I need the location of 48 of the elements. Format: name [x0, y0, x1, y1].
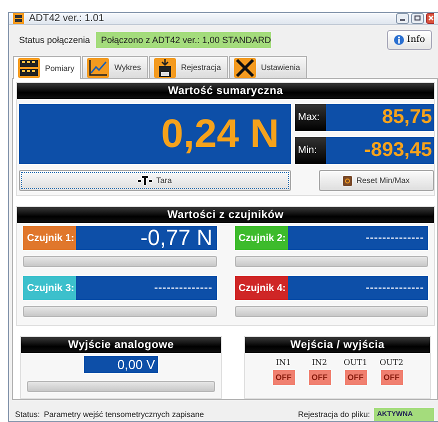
min-label: Min: — [295, 137, 326, 164]
io-state-indicator: OFF — [272, 370, 294, 385]
tare-icon — [138, 176, 152, 185]
max-label: Max: — [295, 104, 326, 131]
sensor-label: Czujnik 3: — [23, 276, 76, 300]
tab[interactable]: Pomiary — [13, 56, 82, 79]
sensor-value: -------------- — [288, 226, 428, 250]
digital-display-icon — [18, 58, 40, 78]
sensor-value: -0,77 N — [76, 226, 216, 250]
status-label: Status: — [15, 410, 40, 419]
reset-icon — [343, 176, 352, 186]
logging-label: Rejestracja do pliku: — [298, 410, 370, 419]
connection-status: Połączono z ADT42 ver.: 1,00 STANDARD — [96, 32, 272, 48]
io-label: IN1 — [276, 358, 292, 367]
analog-output-value: 0,00 V — [84, 356, 158, 373]
io-label: IN2 — [312, 358, 328, 367]
io-state-indicator: OFF — [308, 370, 330, 385]
section-header: Wejścia / wyjścia — [245, 337, 430, 353]
tab[interactable]: Rejestracja — [148, 56, 228, 78]
app-icon — [13, 13, 24, 24]
status-message: Parametry wejść tensometrycznych zapisane — [44, 410, 204, 419]
minimize-icon[interactable] — [396, 13, 409, 24]
maximize-icon[interactable] — [411, 13, 424, 24]
sensor-value: -------------- — [288, 276, 428, 300]
info-icon — [394, 35, 404, 45]
tab[interactable]: Wykres — [82, 56, 148, 78]
close-icon[interactable] — [426, 13, 434, 24]
sensor-label: Czujnik 4: — [234, 276, 288, 300]
tare-button[interactable]: Tara — [19, 170, 291, 191]
io-label: OUT1 — [344, 358, 368, 367]
min-value: -893,45 — [326, 137, 434, 164]
tab[interactable]: Ustawienia — [228, 56, 308, 78]
reset-button[interactable]: Reset Min/Max — [319, 170, 434, 191]
line-chart-icon — [87, 58, 110, 78]
sensor-label: Czujnik 2: — [234, 226, 288, 250]
window-title: ADT42 ver.: 1.01 — [29, 13, 106, 24]
section-header: Wyjście analogowe — [21, 337, 221, 353]
io-state-indicator: OFF — [344, 370, 366, 385]
sensor-value: -------------- — [76, 276, 216, 300]
max-value: 85,75 — [326, 104, 434, 131]
connection-label: Status połączenia — [19, 35, 90, 45]
info-button[interactable]: Info — [386, 30, 432, 50]
io-label: OUT2 — [380, 358, 404, 367]
sensor-label: Czujnik 1: — [23, 226, 76, 250]
total-value: 0,24 N — [19, 104, 291, 164]
section-header: Wartości z czujników — [17, 207, 434, 223]
io-state-indicator: OFF — [380, 370, 402, 385]
section-header: Wartość sumaryczna — [17, 83, 434, 99]
